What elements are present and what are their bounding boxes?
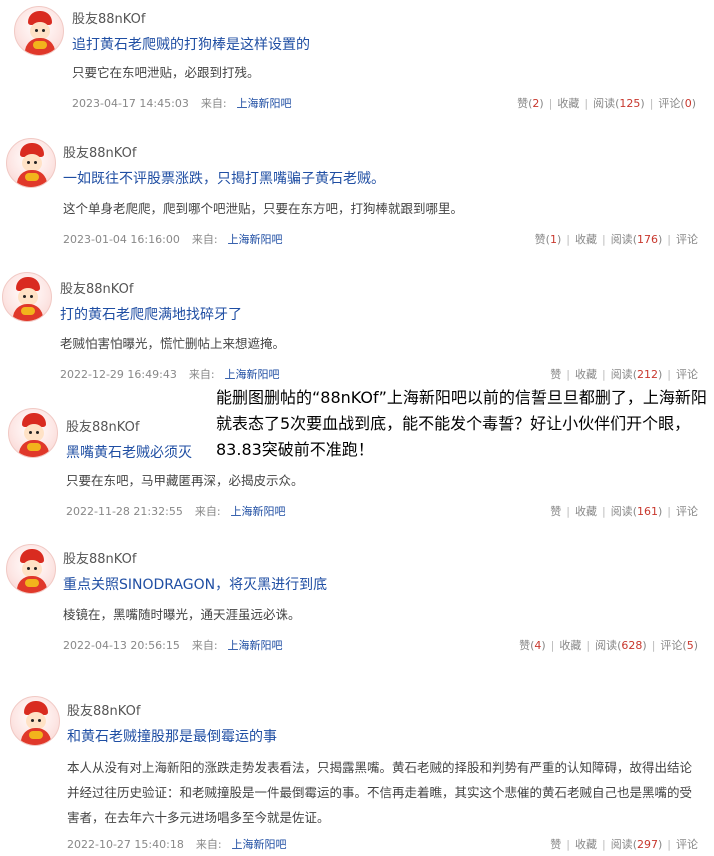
- post-time: 2023-01-04 16:16:00: [63, 233, 180, 246]
- post-time: 2022-12-29 16:49:43: [60, 368, 177, 381]
- avatar[interactable]: [14, 6, 64, 56]
- post-time: 2022-04-13 20:56:15: [63, 639, 180, 652]
- collect-button[interactable]: 收藏: [559, 639, 581, 652]
- author-name[interactable]: 股友88nKOf: [60, 278, 133, 297]
- avatar[interactable]: [10, 696, 60, 746]
- like-button[interactable]: 赞: [550, 368, 561, 381]
- post-time: 2022-10-27 15:40:18: [67, 838, 184, 851]
- author-name[interactable]: 股友88nKOf: [72, 8, 145, 27]
- read-count: 阅读(628): [595, 639, 647, 652]
- comment-button[interactable]: 评论(0): [658, 97, 696, 110]
- author-name[interactable]: 股友88nKOf: [66, 416, 139, 435]
- avatar[interactable]: [6, 138, 56, 188]
- author-name[interactable]: 股友88nKOf: [63, 548, 136, 567]
- collect-button[interactable]: 收藏: [575, 368, 597, 381]
- post-time: 2023-04-17 14:45:03: [72, 97, 189, 110]
- source-link[interactable]: 上海新阳吧: [228, 233, 283, 246]
- author-name[interactable]: 股友88nKOf: [63, 142, 136, 161]
- post-content: 棱镜在，黑嘴随时曝光，通天涯虽远必诛。: [63, 607, 301, 622]
- from-label: 来自:: [195, 838, 222, 851]
- read-count: 阅读(176): [610, 233, 663, 246]
- post-content: 老贼怕害怕曝光，慌忙删帖上来想遮掩。: [60, 336, 286, 351]
- author-name[interactable]: 股友88nKOf: [67, 700, 140, 719]
- post-stats: 赞 | 收藏 | 阅读(212) | 评论: [550, 368, 698, 381]
- post-meta: 2023-04-17 14:45:03 来自: 上海新阳吧: [72, 95, 292, 111]
- post-title[interactable]: 和黄石老贼撞股那是最倒霉运的事: [67, 726, 277, 746]
- post-time: 2022-11-28 21:32:55: [66, 505, 183, 518]
- comment-button[interactable]: 评论(5): [660, 639, 698, 652]
- overlay-annotation: 能删图删帖的“88nKOf”上海新阳吧以前的信誓旦旦都删了，上海新阳就表态了5次…: [216, 383, 712, 465]
- post-stats: 赞 | 收藏 | 阅读(161) | 评论: [550, 505, 698, 518]
- collect-button[interactable]: 收藏: [575, 233, 597, 246]
- post-meta: 2023-01-04 16:16:00 来自: 上海新阳吧: [63, 231, 283, 247]
- post-title[interactable]: 重点关照SINODRAGON，将灭黑进行到底: [63, 574, 327, 594]
- avatar[interactable]: [2, 272, 52, 322]
- read-count: 阅读(161): [610, 505, 663, 518]
- source-link[interactable]: 上海新阳吧: [231, 505, 286, 518]
- post-stats: 赞(1) | 收藏 | 阅读(176) | 评论: [534, 233, 698, 246]
- post-meta: 2022-10-27 15:40:18 来自: 上海新阳吧: [67, 836, 287, 852]
- avatar[interactable]: [8, 408, 58, 458]
- like-button[interactable]: 赞: [550, 505, 561, 518]
- post-content: 这个单身老爬爬，爬到哪个吧泄贴，只要在东方吧，打狗棒就跟到哪里。: [63, 201, 464, 216]
- post-meta: 2022-11-28 21:32:55 来自: 上海新阳吧: [66, 503, 286, 519]
- post-stats: 赞 | 收藏 | 阅读(297) | 评论: [550, 838, 698, 851]
- collect-button[interactable]: 收藏: [575, 505, 597, 518]
- from-label: 来自:: [200, 97, 227, 110]
- source-link[interactable]: 上海新阳吧: [228, 639, 283, 652]
- post-meta: 2022-04-13 20:56:15 来自: 上海新阳吧: [63, 637, 283, 653]
- comment-button[interactable]: 评论: [676, 233, 698, 246]
- from-label: 来自:: [191, 639, 218, 652]
- comment-button[interactable]: 评论: [676, 368, 698, 381]
- post-meta: 2022-12-29 16:49:43 来自: 上海新阳吧: [60, 366, 280, 382]
- collect-button[interactable]: 收藏: [557, 97, 579, 110]
- from-label: 来自:: [194, 505, 221, 518]
- post-stats: 赞(4) | 收藏 | 阅读(628) | 评论(5): [519, 639, 698, 652]
- read-count: 阅读(212): [610, 368, 663, 381]
- post-stats: 赞(2) | 收藏 | 阅读(125) | 评论(0): [517, 97, 696, 110]
- like-button[interactable]: 赞: [550, 838, 561, 851]
- collect-button[interactable]: 收藏: [575, 838, 597, 851]
- like-button[interactable]: 赞(4): [519, 639, 546, 652]
- avatar[interactable]: [6, 544, 56, 594]
- like-button[interactable]: 赞(1): [535, 233, 562, 246]
- post-content: 只要它在东吧泄贴，必跟到打残。: [72, 65, 260, 80]
- post-title[interactable]: 一如既往不评股票涨跌，只揭打黑嘴骗子黄石老贼。: [63, 168, 385, 188]
- read-count: 阅读(297): [610, 838, 663, 851]
- post-title[interactable]: 黑嘴黄石老贼必须灭: [66, 442, 192, 462]
- post-title[interactable]: 打的黄石老爬爬满地找碎牙了: [60, 304, 242, 324]
- post-title[interactable]: 追打黄石老爬贼的打狗棒是这样设置的: [72, 34, 310, 54]
- comment-button[interactable]: 评论: [676, 505, 698, 518]
- source-link[interactable]: 上海新阳吧: [225, 368, 280, 381]
- read-count: 阅读(125): [593, 97, 645, 110]
- from-label: 来自:: [188, 368, 215, 381]
- source-link[interactable]: 上海新阳吧: [237, 97, 292, 110]
- like-button[interactable]: 赞(2): [517, 97, 544, 110]
- from-label: 来自:: [191, 233, 218, 246]
- post-content: 本人从没有对上海新阳的涨跌走势发表看法，只揭露黑嘴。黄石老贼的择股和判势有严重的…: [67, 760, 693, 825]
- post-content: 只要在东吧，马甲藏匿再深，必揭皮示众。: [66, 473, 304, 488]
- comment-button[interactable]: 评论: [676, 838, 698, 851]
- source-link[interactable]: 上海新阳吧: [232, 838, 287, 851]
